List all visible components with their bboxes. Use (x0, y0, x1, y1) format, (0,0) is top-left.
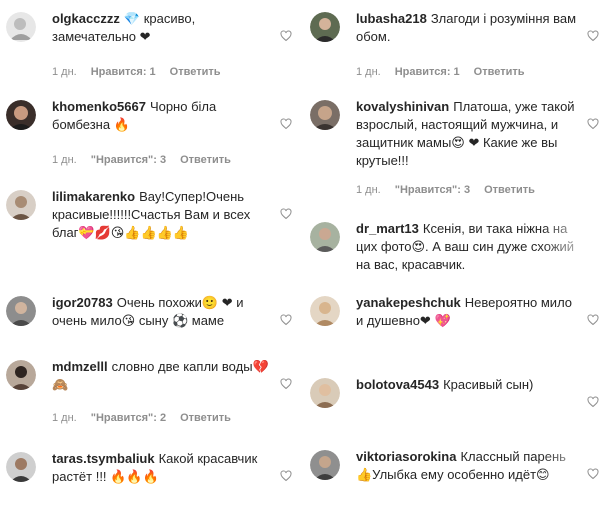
like-heart-icon[interactable] (587, 314, 599, 326)
comment-body: lubasha218 Злагоди і розуміння вам обом. (356, 10, 581, 46)
comment-item: taras.tsymbaliuk Какой красавчик растёт !… (0, 448, 304, 512)
reply-button[interactable]: Ответить (170, 66, 221, 78)
comment-username[interactable]: lubasha218 (356, 11, 427, 26)
comment-item: lubasha218 Злагоди і розуміння вам обом. … (304, 8, 611, 88)
comment-time[interactable]: 1 дн. (356, 66, 381, 78)
comment-item: dr_mart13 Ксенія, ви така ніжна на цих фо… (304, 218, 611, 282)
comment-time[interactable]: 1 дн. (52, 154, 77, 166)
avatar[interactable] (310, 450, 340, 480)
like-heart-icon[interactable] (280, 30, 292, 42)
comment-body: kovalyshinivan Платоша, уже такой взрослы… (356, 98, 581, 170)
avatar[interactable] (310, 378, 340, 408)
comment-text: Красивый сын) (443, 377, 534, 392)
avatar[interactable] (6, 100, 36, 130)
comment-username[interactable]: igor20783 (52, 295, 113, 310)
comment-username[interactable]: dr_mart13 (356, 221, 419, 236)
comment-body: mdmzelll словно две капли воды💔🙈 (52, 358, 276, 394)
comment-meta: 1 дн. "Нравится": 3 Ответить (52, 154, 245, 166)
comment-likes[interactable]: "Нравится": 3 (395, 184, 470, 196)
like-heart-icon[interactable] (280, 208, 292, 220)
like-heart-icon[interactable] (280, 314, 292, 326)
avatar[interactable] (310, 222, 340, 252)
comment-body: taras.tsymbaliuk Какой красавчик растёт !… (52, 450, 276, 486)
comment-username[interactable]: viktoriasorokina (356, 449, 456, 464)
comment-body: igor20783 Очень похожи🙂 ❤ и очень мило😘 с… (52, 294, 276, 330)
comment-time[interactable]: 1 дн. (356, 184, 381, 196)
comment-item: lilimakarenko Вау!Супер!Очень красивые!!!… (0, 186, 304, 282)
avatar[interactable] (310, 296, 340, 326)
comment-meta: 1 дн. Нравится: 1 Ответить (52, 66, 235, 78)
comment-meta: 1 дн. "Нравится": 2 Ответить (52, 412, 245, 424)
comment-item: igor20783 Очень похожи🙂 ❤ и очень мило😘 с… (0, 292, 304, 342)
like-heart-icon[interactable] (587, 396, 599, 408)
comment-item: olgkacczzz 💎 красиво, замечательно ❤ 1 дн… (0, 8, 304, 88)
avatar[interactable] (310, 100, 340, 130)
comment-time[interactable]: 1 дн. (52, 412, 77, 424)
comment-body: lilimakarenko Вау!Супер!Очень красивые!!!… (52, 188, 276, 242)
reply-button[interactable]: Ответить (474, 66, 525, 78)
comment-meta: 1 дн. Нравится: 1 Ответить (356, 66, 539, 78)
comment-item: mdmzelll словно две капли воды💔🙈 1 дн. "Нр… (0, 356, 304, 436)
avatar[interactable] (6, 296, 36, 326)
like-heart-icon[interactable] (280, 378, 292, 390)
comment-username[interactable]: khomenko5667 (52, 99, 146, 114)
comment-username[interactable]: bolotova4543 (356, 377, 439, 392)
reply-button[interactable]: Ответить (180, 154, 231, 166)
like-heart-icon[interactable] (587, 468, 599, 480)
comment-username[interactable]: olgkacczzz (52, 11, 120, 26)
avatar[interactable] (6, 12, 36, 42)
comments-column-left: olgkacczzz 💎 красиво, замечательно ❤ 1 дн… (0, 0, 304, 512)
comment-username[interactable]: yanakepeshchuk (356, 295, 461, 310)
comment-item: bolotova4543 Красивый сын) (304, 374, 611, 424)
comment-body: khomenko5667 Чорно біла бомбезна 🔥 (52, 98, 276, 134)
comment-item: viktoriasorokina Классный парень👍Улыбка е… (304, 446, 611, 512)
comment-likes[interactable]: Нравится: 1 (395, 66, 460, 78)
comments-page: olgkacczzz 💎 красиво, замечательно ❤ 1 дн… (0, 0, 611, 512)
reply-button[interactable]: Ответить (484, 184, 535, 196)
comment-username[interactable]: taras.tsymbaliuk (52, 451, 155, 466)
reply-button[interactable]: Ответить (180, 412, 231, 424)
comment-item: yanakepeshchuk Невероятно мило и душевно❤… (304, 292, 611, 348)
comments-column-right: lubasha218 Злагоди і розуміння вам обом. … (304, 0, 611, 512)
like-heart-icon[interactable] (280, 470, 292, 482)
comment-likes[interactable]: "Нравится": 2 (91, 412, 166, 424)
comment-item: kovalyshinivan Платоша, уже такой взрослы… (304, 96, 611, 208)
comment-likes[interactable]: "Нравится": 3 (91, 154, 166, 166)
comment-body: dr_mart13 Ксенія, ви така ніжна на цих фо… (356, 220, 581, 274)
avatar[interactable] (6, 452, 36, 482)
comment-likes[interactable]: Нравится: 1 (91, 66, 156, 78)
like-heart-icon[interactable] (587, 30, 599, 42)
avatar[interactable] (310, 12, 340, 42)
comment-username[interactable]: mdmzelll (52, 359, 108, 374)
comment-username[interactable]: kovalyshinivan (356, 99, 449, 114)
like-heart-icon[interactable] (587, 118, 599, 130)
like-heart-icon[interactable] (280, 118, 292, 130)
comment-username[interactable]: lilimakarenko (52, 189, 135, 204)
comment-body: bolotova4543 Красивый сын) (356, 376, 581, 394)
avatar[interactable] (6, 190, 36, 220)
avatar[interactable] (6, 360, 36, 390)
comment-body: olgkacczzz 💎 красиво, замечательно ❤ (52, 10, 276, 46)
comment-time[interactable]: 1 дн. (52, 66, 77, 78)
comment-body: viktoriasorokina Классный парень👍Улыбка е… (356, 448, 581, 484)
comment-meta: 1 дн. "Нравится": 3 Ответить (356, 184, 549, 196)
comment-body: yanakepeshchuk Невероятно мило и душевно❤… (356, 294, 581, 330)
comment-item: khomenko5667 Чорно біла бомбезна 🔥 1 дн. "… (0, 96, 304, 176)
